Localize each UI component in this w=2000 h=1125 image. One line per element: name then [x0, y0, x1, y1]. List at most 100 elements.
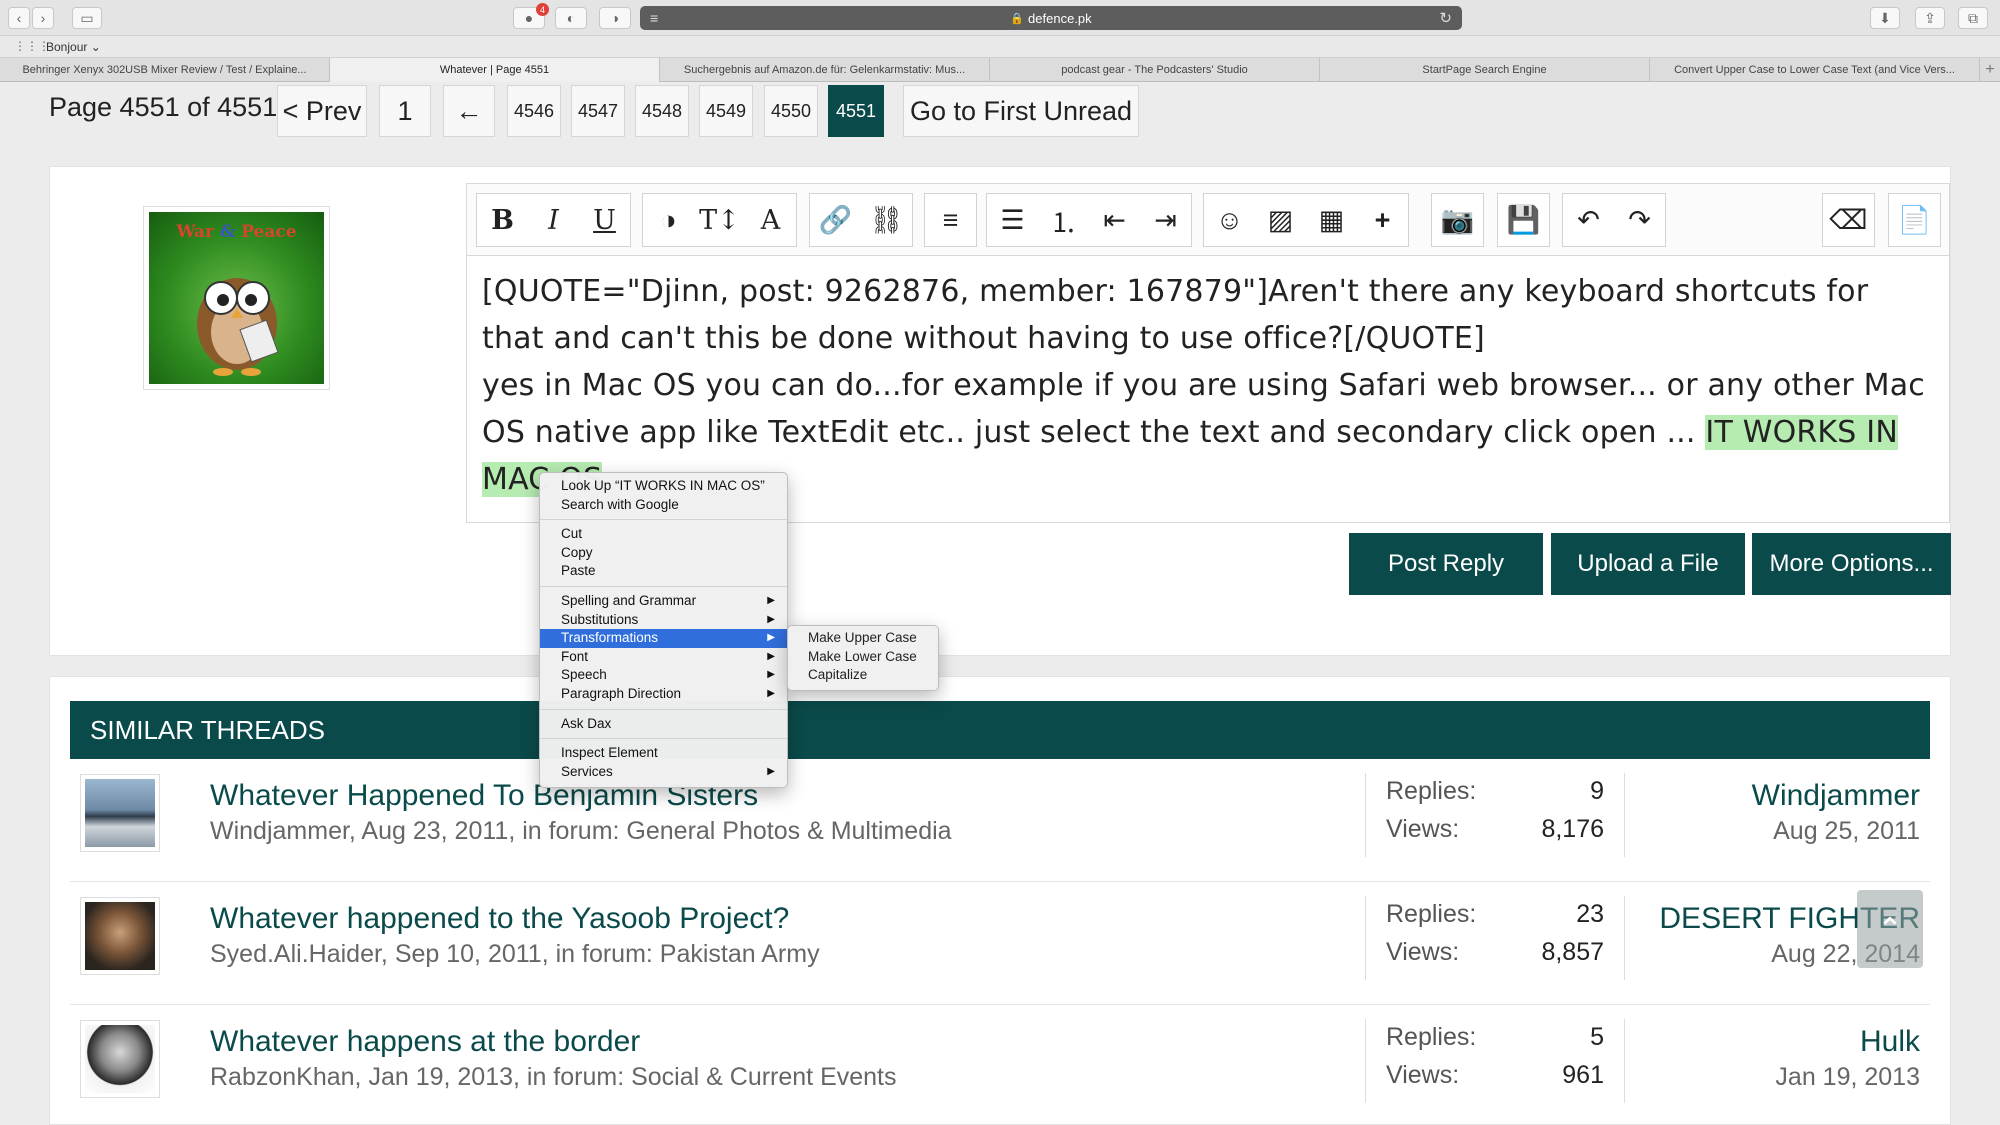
eraser-icon[interactable]: ⌫ [1823, 194, 1874, 246]
go-first-unread-button[interactable]: Go to First Unread [903, 85, 1139, 137]
address-bar[interactable]: ≡ 🔒 defence.pk ↻ [640, 6, 1462, 30]
tabs-overview-icon[interactable]: ⧉ [1958, 7, 1988, 29]
last-poster[interactable]: Windjammer [1752, 779, 1920, 813]
page-4547[interactable]: 4547 [571, 85, 625, 137]
redo-icon[interactable]: ↷ [1614, 194, 1665, 246]
menu-item-spelling[interactable]: Spelling and Grammar ▶ [540, 592, 787, 611]
menu-item-font[interactable]: Font ▶ [540, 648, 787, 667]
page-4548[interactable]: 4548 [635, 85, 689, 137]
numbered-list-icon[interactable]: ⒈ [1038, 194, 1089, 246]
outdent-icon[interactable]: ⇤ [1089, 194, 1140, 246]
pagination: Page 4551 of 4551 < Prev 1 ← 4546 4547 4… [0, 82, 2000, 138]
tab-whatever-active[interactable]: Whatever | Page 4551 [330, 58, 660, 82]
image-icon[interactable]: ▨ [1255, 194, 1306, 246]
replies-count: 9 [1590, 777, 1604, 805]
italic-icon[interactable]: I [528, 194, 579, 246]
back-icon[interactable]: ‹ [8, 7, 30, 29]
scroll-to-top-button[interactable]: ⌃ [1857, 890, 1923, 968]
adblock-extension-icon[interactable]: ● 4 [513, 3, 549, 29]
menu-item-inspect-element[interactable]: Inspect Element [540, 744, 787, 763]
extension-icon[interactable]: ◐ [555, 7, 587, 29]
menu-item-paragraph-direction[interactable]: Paragraph Direction ▶ [540, 685, 787, 704]
views-label: Views: [1386, 938, 1460, 966]
editor-content[interactable]: [QUOTE="Djinn, post: 9262876, member: 16… [482, 268, 1932, 503]
tab-convert-case[interactable]: Convert Upper Case to Lower Case Text (a… [1650, 58, 1980, 82]
media-icon[interactable]: ▦ [1306, 194, 1357, 246]
save-draft-icon[interactable]: 💾 [1498, 194, 1549, 246]
menu-item-ask-dax[interactable]: Ask Dax [540, 715, 787, 734]
share-icon[interactable]: ⇪ [1915, 7, 1945, 29]
reload-icon[interactable]: ↻ [1439, 9, 1452, 27]
replies-count: 5 [1590, 1023, 1604, 1051]
thread-thumbnail[interactable] [80, 897, 160, 975]
views-label: Views: [1386, 1061, 1460, 1089]
link-icon[interactable]: 🔗 [810, 194, 861, 246]
smiley-icon[interactable]: ☺ [1204, 194, 1255, 246]
menu-item-make-upper-case[interactable]: Make Upper Case [788, 629, 938, 648]
tab-behringer[interactable]: Behringer Xenyx 302USB Mixer Review / Te… [0, 58, 330, 82]
undo-icon[interactable]: ↶ [1563, 194, 1614, 246]
attach-group: 📷 [1431, 193, 1484, 247]
thread-title[interactable]: Whatever happened to the Yasoob Project? [210, 902, 789, 936]
menu-item-transformations[interactable]: Transformations ▶ [540, 629, 787, 648]
submenu-arrow-icon: ▶ [767, 632, 775, 644]
insert-plus-icon[interactable]: + [1357, 194, 1408, 246]
prev-button[interactable]: < Prev [277, 85, 367, 137]
history-group: ↶ ↷ [1562, 193, 1666, 247]
owl-icon [197, 278, 279, 376]
first-page-button[interactable]: 1 [379, 85, 431, 137]
bbcode-source-icon[interactable]: 📄 [1889, 194, 1940, 246]
page-4550[interactable]: 4550 [764, 85, 818, 137]
url-text: defence.pk [1028, 10, 1092, 26]
sidebar-icon[interactable]: ▭ [72, 7, 102, 29]
submenu-arrow-icon: ▶ [767, 613, 775, 625]
avatar[interactable]: War & Peace [143, 206, 330, 390]
menu-item-paste[interactable]: Paste [540, 562, 787, 581]
tab-amazon[interactable]: Suchergebnis auf Amazon.de für: Gelenkar… [660, 58, 990, 82]
indent-icon[interactable]: ⇥ [1140, 194, 1191, 246]
bookmark-folder[interactable]: Bonjour ⌄ [46, 40, 101, 54]
text-color-icon[interactable]: ◑ [643, 194, 694, 246]
tab-startpage[interactable]: StartPage Search Engine [1320, 58, 1650, 82]
underline-icon[interactable]: U [579, 194, 630, 246]
unlink-icon[interactable]: ⛓ [861, 194, 912, 246]
menu-item-cut[interactable]: Cut [540, 525, 787, 544]
menu-item-search-google[interactable]: Search with Google [540, 496, 787, 515]
post-reply-button[interactable]: Post Reply [1349, 533, 1543, 595]
apps-grid-icon[interactable]: ⋮⋮⋮ [14, 39, 50, 53]
menu-item-copy[interactable]: Copy [540, 544, 787, 563]
transformations-submenu: Make Upper Case Make Lower Case Capitali… [787, 625, 939, 691]
privacy-extension-icon[interactable]: ◑ [599, 7, 631, 29]
quote-text: [QUOTE="Djinn, post: 9262876, member: 16… [482, 274, 1869, 356]
forward-icon[interactable]: › [32, 7, 54, 29]
page-current[interactable]: 4551 [828, 85, 884, 137]
align-icon[interactable]: ≡ [925, 194, 976, 246]
menu-item-substitutions[interactable]: Substitutions ▶ [540, 611, 787, 630]
menu-item-make-lower-case[interactable]: Make Lower Case [788, 648, 938, 667]
camera-icon[interactable]: 📷 [1432, 194, 1483, 246]
menu-item-capitalize[interactable]: Capitalize [788, 666, 938, 685]
font-family-icon[interactable]: A [745, 194, 796, 246]
page-4549[interactable]: 4549 [699, 85, 753, 137]
downloads-icon[interactable]: ⬇ [1870, 7, 1900, 29]
menu-item-look-up[interactable]: Look Up “IT WORKS IN MAC OS” [540, 477, 787, 496]
reader-icon[interactable]: ≡ [650, 10, 658, 26]
jump-arrow-icon[interactable]: ← [443, 85, 495, 137]
more-options-button[interactable]: More Options... [1752, 533, 1951, 595]
menu-item-speech[interactable]: Speech ▶ [540, 666, 787, 685]
last-post-date: Jan 19, 2013 [1775, 1063, 1920, 1091]
last-poster[interactable]: Hulk [1860, 1025, 1920, 1059]
new-tab-icon[interactable]: + [1980, 58, 2000, 81]
bold-icon[interactable]: B [477, 194, 528, 246]
thread-title[interactable]: Whatever happens at the border [210, 1025, 640, 1059]
thread-thumbnail[interactable] [80, 774, 160, 852]
menu-item-services[interactable]: Services ▶ [540, 763, 787, 782]
thread-thumbnail[interactable] [80, 1020, 160, 1098]
tab-podcast[interactable]: podcast gear - The Podcasters' Studio [990, 58, 1320, 82]
bullet-list-icon[interactable]: ☰ [987, 194, 1038, 246]
page-4546[interactable]: 4546 [507, 85, 561, 137]
thread-row: Whatever Happened To Benjamin Sisters Wi… [70, 759, 1930, 882]
replies-label: Replies: [1386, 777, 1477, 805]
text-size-icon[interactable]: T↕ [694, 194, 745, 246]
upload-file-button[interactable]: Upload a File [1551, 533, 1745, 595]
